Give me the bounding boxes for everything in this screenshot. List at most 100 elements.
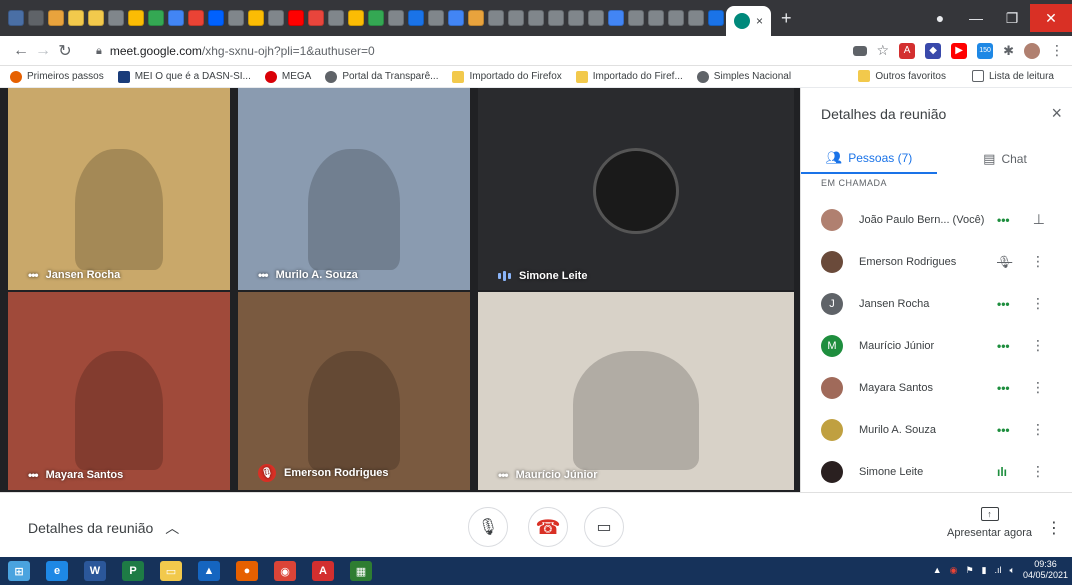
badge-icon[interactable]: 150 — [977, 42, 994, 59]
globe-icon[interactable] — [628, 10, 644, 26]
participant-row[interactable]: Mayara Santos ••• ⋮ — [801, 367, 1072, 409]
dasn-icon[interactable] — [8, 10, 24, 26]
profile-icon[interactable]: ● — [922, 4, 958, 32]
pin-icon[interactable]: ⊥ — [1033, 211, 1045, 228]
globe-icon[interactable] — [228, 10, 244, 26]
drive-icon[interactable] — [248, 10, 264, 26]
drive-icon[interactable] — [368, 10, 384, 26]
clock[interactable]: 09:36 04/05/2021 — [1023, 559, 1068, 581]
money-icon[interactable] — [468, 10, 484, 26]
bookmark-item[interactable]: Importado do Firef... — [575, 70, 683, 83]
back-icon[interactable]: ← — [10, 42, 32, 60]
money-icon[interactable] — [48, 10, 64, 26]
video-tile[interactable]: 🎙︎ Emerson Rodrigues — [238, 292, 470, 490]
bookmark-item[interactable]: MEI O que é a DASN-SI... — [117, 70, 251, 83]
network-icon[interactable]: ▮ — [982, 565, 987, 576]
minimize-button[interactable]: — — [958, 4, 994, 32]
globe-icon[interactable] — [388, 10, 404, 26]
microphone-button[interactable]: 🎙︎ — [468, 507, 508, 547]
reading-list[interactable]: Lista de leitura — [971, 70, 1054, 82]
camera-button[interactable]: ▭ — [584, 507, 624, 547]
globe-icon[interactable] — [548, 10, 564, 26]
bookmark-item[interactable]: Primeiros passos — [10, 70, 104, 83]
more-icon[interactable]: ⋮ — [1031, 421, 1045, 438]
forward-icon[interactable]: → — [32, 42, 54, 60]
bookmark-item[interactable]: MEGA — [264, 70, 311, 83]
globe-icon[interactable] — [488, 10, 504, 26]
taskbar-app[interactable]: ⊞ — [0, 557, 38, 585]
hang-up-button[interactable]: ☎︎ — [528, 507, 568, 547]
taskbar-app[interactable]: ● — [228, 557, 266, 585]
participant-row[interactable]: M Maurício Júnior ••• ⋮ — [801, 325, 1072, 367]
taskbar-app[interactable]: ▲ — [190, 557, 228, 585]
drive-icon[interactable] — [148, 10, 164, 26]
taskbar-app[interactable]: e — [38, 557, 76, 585]
participant-row[interactable]: Simone Leite ılı ⋮ — [801, 451, 1072, 493]
drive-icon[interactable] — [348, 10, 364, 26]
equals-icon[interactable] — [608, 10, 624, 26]
taskbar-app[interactable]: P — [114, 557, 152, 585]
more-icon[interactable]: ⋮ — [1031, 379, 1045, 396]
app-icon[interactable] — [308, 10, 324, 26]
address-bar[interactable]: 🔒︎ meet.google.com/xhg-sxnu-ojh?pli=1&au… — [96, 40, 846, 62]
card-icon[interactable] — [28, 10, 44, 26]
globe-icon[interactable] — [568, 10, 584, 26]
bookmark-other[interactable]: Outros favoritos — [858, 70, 946, 82]
taskbar-app[interactable]: ▦ — [342, 557, 380, 585]
menu-icon[interactable]: ⋮ — [1050, 42, 1064, 59]
acrobat-icon[interactable]: A — [899, 42, 916, 59]
youtube-icon[interactable] — [288, 10, 304, 26]
video-tile[interactable]: ••• Murilo A. Souza — [238, 88, 470, 290]
youtube-icon[interactable]: ▶ — [951, 42, 968, 59]
new-tab-button[interactable]: + — [781, 8, 792, 29]
bookmark-item[interactable]: Simples Nacional — [696, 70, 791, 83]
search-icon[interactable] — [168, 10, 184, 26]
more-icon[interactable]: ⋮ — [1031, 337, 1045, 354]
more-options-icon[interactable]: ⋮ — [1046, 518, 1062, 538]
star-icon[interactable]: ☆ — [877, 42, 890, 59]
video-tile[interactable]: ••• Jansen Rocha — [8, 88, 230, 290]
taskbar-app[interactable]: ▭ — [152, 557, 190, 585]
tab-active-meet[interactable]: × — [726, 6, 772, 36]
reload-icon[interactable]: ↻ — [54, 41, 76, 61]
video-tile[interactable]: ••• Maurício Júnior — [478, 292, 794, 490]
bookmark-item[interactable]: Portal da Transparê... — [325, 70, 438, 83]
dropbox-icon[interactable] — [208, 10, 224, 26]
close-window-button[interactable]: ✕ — [1030, 4, 1072, 32]
close-panel-button[interactable]: × — [1051, 103, 1062, 124]
puzzle-icon[interactable]: ✱ — [1003, 43, 1014, 59]
maximize-button[interactable]: ❐ — [994, 4, 1030, 32]
tray-app-icon[interactable]: ◉ — [950, 565, 958, 576]
video-tile[interactable]: ••• Mayara Santos — [8, 292, 230, 490]
photo-icon[interactable] — [408, 10, 424, 26]
tray-up-icon[interactable]: ▲ — [933, 565, 942, 575]
globe-icon[interactable] — [108, 10, 124, 26]
taskbar-app[interactable]: A — [304, 557, 342, 585]
calendar-icon[interactable] — [708, 10, 724, 26]
globe-icon[interactable] — [588, 10, 604, 26]
globe-icon[interactable] — [328, 10, 344, 26]
camera-icon[interactable] — [852, 45, 867, 56]
meeting-details-toggle[interactable]: Detalhes da reunião ︿ — [28, 518, 179, 538]
drive-icon[interactable] — [128, 10, 144, 26]
flag-icon[interactable]: ⚑ — [966, 565, 974, 576]
globe-icon[interactable] — [648, 10, 664, 26]
globe-icon[interactable] — [508, 10, 524, 26]
signal-icon[interactable]: .ıl — [995, 565, 1002, 575]
more-icon[interactable]: ⋮ — [1031, 463, 1045, 480]
globe-icon[interactable] — [668, 10, 684, 26]
avatar-icon[interactable] — [1024, 42, 1040, 59]
doc-icon[interactable] — [88, 10, 104, 26]
participant-row[interactable]: Murilo A. Souza ••• ⋮ — [801, 409, 1072, 451]
participant-row[interactable]: João Paulo Bern... (Você) ••• ⊥ — [801, 199, 1072, 241]
more-icon[interactable]: ⋮ — [1031, 253, 1045, 270]
gmail-icon[interactable] — [188, 10, 204, 26]
tab-people[interactable]: 👥︎ Pessoas (7) — [801, 144, 937, 174]
tab-close-icon[interactable]: × — [756, 14, 763, 28]
bookmark-item[interactable]: Importado do Firefox — [452, 70, 562, 83]
video-tile[interactable]: Simone Leite — [478, 88, 794, 290]
globe-icon[interactable] — [688, 10, 704, 26]
participant-row[interactable]: J Jansen Rocha ••• ⋮ — [801, 283, 1072, 325]
globe-icon[interactable] — [428, 10, 444, 26]
equals-icon[interactable] — [448, 10, 464, 26]
